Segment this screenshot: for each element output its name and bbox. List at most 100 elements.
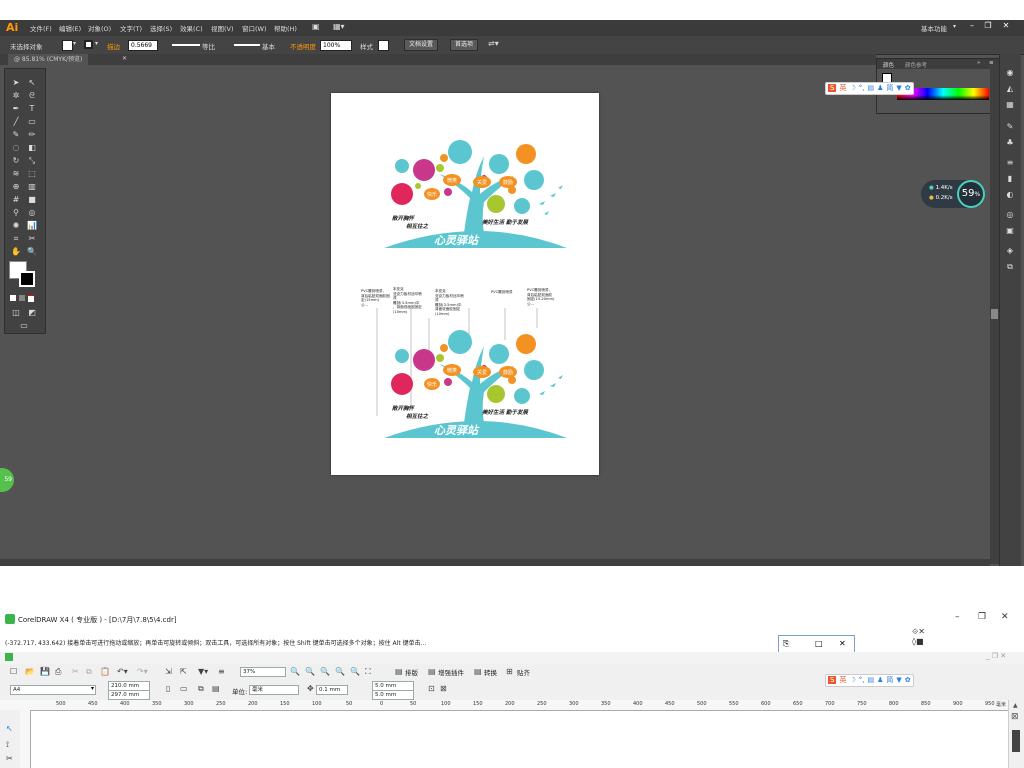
screen-mode-icon[interactable]: ▭	[17, 320, 31, 331]
ime-user-icon[interactable]: ♟	[877, 676, 883, 684]
mini-window-close-icon[interactable]: ✕	[839, 639, 846, 648]
draw-behind-icon[interactable]: ◩	[25, 307, 39, 318]
horizontal-ruler[interactable]: 500 450 400 350 300 250 200 150 100 50 0…	[0, 700, 1008, 711]
opacity-label[interactable]: 不透明度	[290, 41, 316, 51]
stroke-label[interactable]: 描边	[107, 41, 120, 51]
artboards-icon[interactable]: ⧉	[1004, 262, 1016, 272]
bridge-icon[interactable]: ▣	[312, 22, 320, 31]
swatches-icon[interactable]: ▦	[1004, 100, 1016, 110]
draw-mode-icon[interactable]: ⊠	[440, 684, 447, 693]
ime-lang[interactable]: 英	[839, 84, 846, 92]
ime-skin-icon[interactable]: ▼	[896, 84, 901, 92]
perspective-grid-tool-icon[interactable]: ▥	[25, 181, 39, 192]
menu-object[interactable]: 对象(O)	[88, 23, 111, 33]
artboard[interactable]: 微笑 关爱 鼓励 快乐 敞开胸怀 相互往之 美好生活 勤于发展 心灵驿站 PVC…	[331, 93, 599, 475]
floating-badge[interactable]: 59	[0, 468, 14, 492]
scroll-thumb[interactable]	[991, 309, 998, 319]
tree-design-top[interactable]: 微笑 关爱 鼓励 快乐 敞开胸怀 相互往之 美好生活 勤于发展 心灵驿站	[384, 136, 574, 261]
workspace-dropdown-icon[interactable]: ▾	[953, 23, 956, 30]
new-icon[interactable]: ☐	[10, 667, 17, 676]
pen-tool-icon[interactable]: ✒	[9, 103, 23, 114]
fit-width-icon[interactable]: ⛶	[365, 667, 371, 677]
direct-selection-tool-icon[interactable]: ↖	[25, 77, 39, 88]
paste-icon[interactable]: 📋	[100, 667, 110, 676]
ime-moon-icon[interactable]: ☽	[849, 676, 855, 684]
brush-preview[interactable]	[234, 44, 260, 46]
blend-tool-icon[interactable]: ◎	[25, 207, 39, 218]
page-height-input[interactable]: 297.0 mm	[108, 690, 150, 700]
zoom-selected-icon[interactable]: 🔍	[320, 667, 330, 676]
ime-keyboard-icon[interactable]: ▤	[867, 84, 874, 92]
rotate-tool-icon[interactable]: ↻	[9, 155, 23, 166]
stroke-profile-preview[interactable]	[172, 44, 200, 46]
menu-help[interactable]: 帮助(H)	[274, 23, 297, 33]
zoom-level-select[interactable]: 37%	[240, 667, 286, 677]
artboard-tool-icon[interactable]: ⌗	[9, 233, 23, 244]
pencil-tool-icon[interactable]: ✏	[25, 129, 39, 140]
horizontal-scrollbar[interactable]	[0, 559, 990, 566]
restore-button[interactable]: ❐	[978, 612, 986, 622]
layers-icon[interactable]: ◈	[1004, 246, 1016, 256]
restore-button[interactable]: ❐	[980, 21, 996, 33]
vertical-ruler[interactable]	[20, 710, 31, 768]
stroke-weight-input[interactable]: 0.5669	[128, 40, 158, 51]
symbols-icon[interactable]: ♣	[1004, 138, 1016, 148]
zoom-all-icon[interactable]: 🔍	[335, 667, 345, 676]
stroke-panel-icon[interactable]: ≡	[1004, 158, 1016, 168]
menu-edit[interactable]: 编辑(E)	[59, 23, 81, 33]
slice-tool-icon[interactable]: ✂	[25, 233, 39, 244]
document-icon[interactable]	[5, 653, 13, 661]
gradient-panel-icon[interactable]: ▮	[1004, 174, 1016, 184]
magic-wand-tool-icon[interactable]: ✲	[9, 90, 23, 101]
type-tool-icon[interactable]: T	[25, 103, 39, 114]
eraser-tool-icon[interactable]: ◧	[25, 142, 39, 153]
gradient-tool-icon[interactable]: ■	[25, 194, 39, 205]
minimize-button[interactable]: –	[955, 612, 960, 622]
paper-dropdown-icon[interactable]: ▾	[91, 685, 94, 692]
color-swatch-icon[interactable]: ◊■	[912, 637, 924, 646]
convert-label[interactable]: 转换	[484, 667, 497, 677]
stroke-color-box[interactable]	[19, 271, 35, 287]
ime-settings-icon[interactable]: ✿	[905, 676, 911, 684]
eyedropper-tool-icon[interactable]: ⚲	[9, 207, 23, 218]
stroke-dropdown-icon[interactable]: ▾	[95, 40, 98, 47]
tab-color-guide[interactable]: 颜色参考	[905, 61, 927, 69]
undo-icon[interactable]: ↶▾	[117, 667, 128, 676]
snap-to-label[interactable]: 贴齐	[517, 667, 530, 677]
rectangle-tool-icon[interactable]: ▭	[25, 116, 39, 127]
stroke-profile-label[interactable]: 等比	[202, 41, 215, 51]
ime-simp-icon[interactable]: 简	[886, 676, 893, 684]
convert-icon[interactable]: ▤	[474, 667, 482, 676]
warp-tool-icon[interactable]: ≋	[9, 168, 23, 179]
mini-window-icon[interactable]: ⎘	[783, 639, 789, 649]
arrange-icon[interactable]: ⇌▾	[488, 39, 499, 48]
stroke-swatch[interactable]	[84, 40, 93, 49]
free-transform-tool-icon[interactable]: ⬚	[25, 168, 39, 179]
ime-toolbar[interactable]: S 英 ☽ °, ▤ ♟ 简 ▼ ✿	[825, 674, 914, 687]
menu-select[interactable]: 选择(S)	[150, 23, 172, 33]
hand-tool-icon[interactable]: ✋	[9, 246, 23, 257]
ime-punct-icon[interactable]: °,	[859, 676, 865, 684]
workspace-switcher[interactable]: 基本功能	[921, 23, 947, 33]
export-icon[interactable]: ⇱	[180, 667, 187, 676]
ime-toolbar[interactable]: S 英 ☽ °, ▤ ♟ 简 ▼ ✿	[825, 82, 914, 95]
pick-tool-icon[interactable]: ↖	[6, 724, 13, 733]
scroll-thumb[interactable]	[1012, 730, 1020, 752]
transparency-icon[interactable]: ◐	[1004, 190, 1016, 200]
vertical-scrollbar[interactable]	[990, 65, 999, 564]
none-mode-icon[interactable]	[28, 295, 34, 302]
snap-icon[interactable]: ⟐✕	[912, 627, 925, 637]
print-icon[interactable]: ⎙	[55, 667, 61, 677]
scale-tool-icon[interactable]: ⤡	[25, 155, 39, 166]
zoom-tool-icon[interactable]: 🔍	[25, 246, 39, 257]
tab-color[interactable]: 颜色	[883, 61, 894, 69]
tab-close-icon[interactable]: ✕	[122, 55, 127, 62]
fill-dropdown-icon[interactable]: ▾	[73, 40, 76, 47]
line-tool-icon[interactable]: ╱	[9, 116, 23, 127]
lasso-tool-icon[interactable]: ᘓ	[25, 90, 39, 101]
layout-plugin-label[interactable]: 排版	[405, 667, 418, 677]
ime-settings-icon[interactable]: ✿	[905, 84, 911, 92]
shape-builder-tool-icon[interactable]: ⊕	[9, 181, 23, 192]
menu-view[interactable]: 视图(V)	[211, 23, 234, 33]
paper-size-select[interactable]: A4	[10, 685, 96, 695]
